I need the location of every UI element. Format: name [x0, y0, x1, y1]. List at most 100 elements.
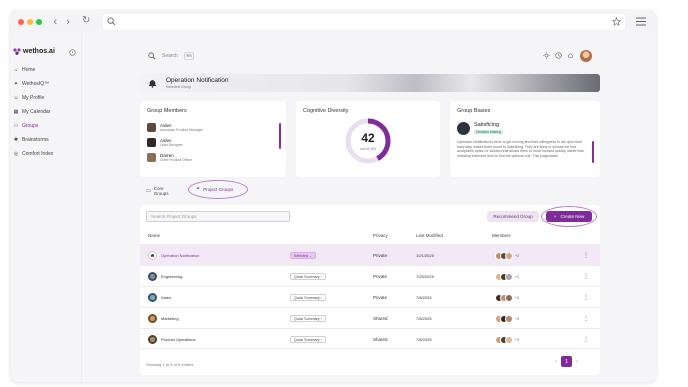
avatar — [505, 251, 513, 260]
collapse-sidebar-icon[interactable] — [69, 49, 76, 56]
column-header-modified[interactable]: Last Modified — [416, 233, 443, 238]
more-options-icon[interactable]: ⋮ — [583, 266, 589, 287]
sidebar-item-groups[interactable]: ⚇ Groups — [13, 121, 39, 131]
member-avatars[interactable]: +1 — [495, 266, 519, 287]
member-avatars[interactable]: +3 — [495, 329, 519, 350]
comfort-icon: ◎ — [13, 151, 19, 157]
quick-summary-button[interactable]: Quick Summary › — [290, 336, 326, 343]
table-row[interactable]: Sales Quick Summary › Private 7/8/2025 +… — [140, 286, 600, 307]
sidebar-item-brainstorms[interactable]: ✱ Brainstorms — [13, 135, 49, 145]
hamburger-icon[interactable] — [636, 17, 646, 26]
tag-label: Quick Summary — [294, 274, 320, 279]
group-name: Marketing — [161, 316, 179, 321]
sidebar-item-label: WethosIQ™ — [22, 81, 50, 87]
more-options-icon[interactable]: ⋮ — [583, 308, 589, 329]
more-options-icon[interactable]: ⋮ — [583, 329, 589, 350]
scrollbar[interactable] — [592, 141, 594, 163]
member-item[interactable]: Darren Chief Product Officer — [147, 153, 192, 162]
sidebar-item-wethosiq[interactable]: ✦ WethosIQ™ — [13, 79, 49, 89]
bias-icon — [457, 122, 470, 135]
logo[interactable]: wethos.ai — [13, 48, 55, 55]
member-avatars[interactable]: +2 — [495, 287, 519, 308]
sidebar-item-label: My Profile — [22, 95, 45, 101]
table-header: Name Privacy Last Modified Members — [140, 230, 600, 242]
privacy-value: Private — [373, 274, 388, 279]
member-avatars[interactable]: +3 — [495, 308, 519, 329]
members-more-count: +3 — [515, 316, 520, 321]
members-more-count: +2 — [515, 253, 520, 258]
selected-group-banner: Operation Notification Selected Group — [140, 74, 600, 92]
table-row[interactable]: Operation Notification Selected ⌄ Privat… — [140, 244, 600, 265]
close-window-button[interactable] — [18, 19, 24, 25]
scrollbar[interactable] — [279, 123, 281, 149]
star-icon[interactable] — [612, 17, 621, 26]
wethos-logo-icon — [13, 48, 21, 55]
chevron-left-icon[interactable]: ‹ — [53, 15, 57, 28]
chevron-left-icon[interactable]: ‹ — [555, 359, 557, 365]
more-options-icon[interactable]: ⋮ — [583, 287, 589, 308]
project-groups-panel: Search Project Groups Recommend Group + … — [140, 205, 600, 375]
tag-label: Selected — [294, 253, 308, 258]
chevron-right-icon: › — [320, 316, 322, 321]
table-row[interactable]: Engineering Quick Summary › Private 7/25… — [140, 265, 600, 286]
calendar-icon: ▦ — [13, 109, 19, 115]
bell-icon[interactable] — [567, 52, 574, 59]
project-groups-search-input[interactable]: Search Project Groups — [146, 211, 290, 222]
engineering-icon — [148, 272, 157, 281]
chevron-right-icon: › — [320, 295, 322, 300]
chevron-down-icon: ⌄ — [309, 253, 313, 258]
shortcut-badge: ⌘K — [184, 52, 195, 60]
sun-icon[interactable] — [543, 52, 550, 59]
product-operations-icon — [148, 335, 157, 344]
folder-icon: ▭ — [146, 188, 151, 194]
browser-toolbar: ‹ › ↻ — [10, 10, 656, 34]
bias-tag: Decision Making — [474, 130, 503, 134]
table-row[interactable]: Product Operations Quick Summary › Share… — [140, 328, 600, 349]
page-button[interactable]: 1 — [561, 356, 572, 367]
table-row[interactable]: Marketing Quick Summary › Shared 7/8/202… — [140, 307, 600, 328]
column-header-name[interactable]: Name — [148, 233, 160, 238]
column-header-privacy[interactable]: Privacy — [373, 233, 388, 238]
group-name: Sales — [161, 295, 172, 300]
more-options-icon[interactable]: ⋮ — [583, 245, 589, 266]
member-role: Associate Product Manager — [160, 128, 203, 132]
quick-summary-button[interactable]: Quick Summary › — [290, 294, 326, 301]
diversity-score: 42 — [361, 131, 375, 145]
quick-summary-button[interactable]: Quick Summary › — [290, 315, 326, 322]
card-title: Group Members — [147, 108, 187, 114]
modified-value: 7/25/2025 — [416, 274, 434, 279]
search-icon — [148, 52, 156, 60]
member-item[interactable]: Aiden Associate Product Manager — [147, 123, 203, 132]
highlight-ring — [188, 180, 248, 199]
chevron-right-icon[interactable]: › — [576, 359, 578, 365]
top-search-input[interactable]: Search — [162, 53, 178, 59]
modified-value: 7/8/2025 — [416, 337, 432, 342]
member-avatars[interactable]: +2 — [495, 245, 519, 266]
sidebar-item-home[interactable]: ⌂ Home — [13, 65, 35, 75]
avatar — [147, 138, 156, 147]
quick-summary-button[interactable]: Quick Summary › — [290, 273, 326, 280]
card-title: Cognitive Diversity — [303, 108, 349, 114]
modified-value: 7/8/2025 — [416, 316, 432, 321]
member-item[interactable]: Aiden Lead Designer — [147, 138, 183, 147]
minimize-window-button[interactable] — [27, 19, 33, 25]
recommend-group-button[interactable]: Recommend Group — [487, 211, 539, 222]
privacy-value: Private — [373, 295, 388, 300]
sidebar-item-calendar[interactable]: ▦ My Calendar — [13, 107, 51, 117]
sidebar-item-comfort-index[interactable]: ◎ Comfort Index — [13, 149, 54, 159]
selected-dropdown[interactable]: Selected ⌄ — [290, 252, 317, 259]
pagination: ‹ 1 › — [555, 356, 578, 367]
modified-value: 10/1/2025 — [416, 253, 434, 258]
groups-icon: ⚇ — [13, 123, 19, 129]
reload-icon[interactable]: ↻ — [82, 15, 90, 26]
sidebar-item-profile[interactable]: ☺ My Profile — [13, 93, 44, 103]
column-header-members[interactable]: Members — [492, 233, 511, 238]
clock-icon[interactable] — [555, 52, 562, 59]
maximize-window-button[interactable] — [36, 19, 42, 25]
chevron-right-icon[interactable]: › — [66, 15, 70, 28]
user-avatar[interactable] — [580, 50, 592, 62]
sparkle-icon: ✦ — [13, 81, 19, 87]
address-bar[interactable] — [103, 14, 625, 30]
tab-core-groups[interactable]: ▭ Core Groups — [146, 186, 169, 196]
tag-label: Quick Summary — [294, 316, 320, 321]
